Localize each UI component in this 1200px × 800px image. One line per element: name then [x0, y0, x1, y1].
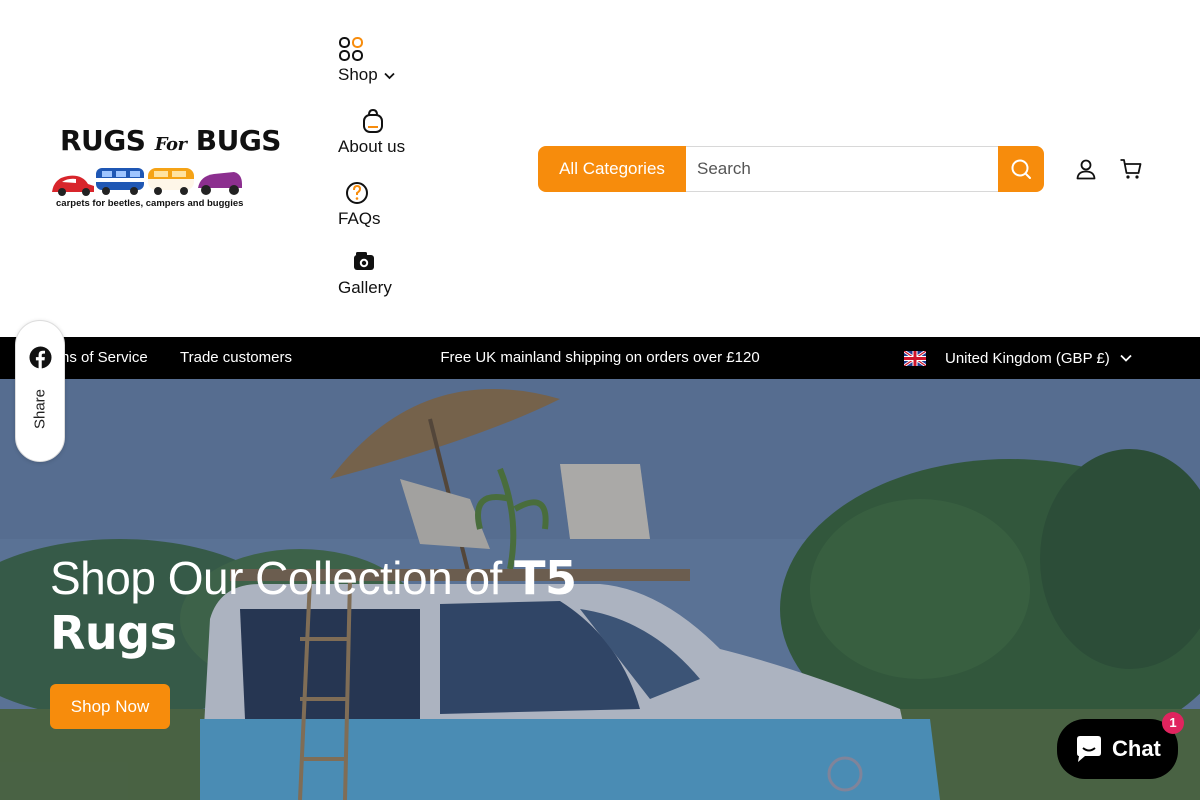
logo-tagline: carpets for beetles, campers and buggies: [56, 198, 244, 209]
search-bar: All Categories: [538, 146, 1044, 192]
country-label: United Kingdom (GBP £): [945, 349, 1110, 367]
nav-item-about[interactable]: About us: [338, 108, 405, 157]
bag-icon: [363, 108, 383, 133]
share-widget[interactable]: Share: [15, 320, 65, 462]
share-label: Share: [31, 388, 49, 430]
facebook-icon[interactable]: [29, 346, 52, 369]
nav-item-shop[interactable]: Shop: [338, 36, 395, 85]
question-icon: [346, 182, 368, 204]
nav-item-label: Shop: [338, 65, 378, 84]
category-select-button[interactable]: All Categories: [538, 146, 686, 192]
search-input[interactable]: [686, 146, 998, 192]
country-selector[interactable]: United Kingdom (GBP £): [904, 337, 1132, 379]
trade-customers-link[interactable]: Trade customers: [180, 349, 292, 366]
search-button[interactable]: [998, 146, 1044, 192]
nav-item-label: About us: [338, 137, 406, 156]
account-icon[interactable]: [1074, 157, 1098, 181]
search-icon: [1011, 159, 1031, 179]
uk-flag-icon: [904, 350, 926, 366]
nav-item-label: FAQs: [338, 209, 381, 228]
logo-title: RUGS For BUGS: [60, 124, 281, 157]
chat-notification-badge: 1: [1162, 712, 1184, 734]
chat-bubble-icon: [1077, 736, 1101, 762]
chat-label: Chat: [1112, 736, 1161, 761]
camera-icon: [354, 252, 374, 270]
hero-banner: Shop Our Collection of T5 Rugs Shop Now: [0, 379, 1200, 800]
site-logo[interactable]: RUGS For BUGS carpets for beetles, campe…: [48, 124, 281, 214]
hero-title: Shop Our Collection of T5 Rugs: [50, 551, 577, 660]
logo-vehicles-graphic: [52, 168, 242, 196]
site-header: RUGS For BUGS carpets for beetles, campe…: [0, 0, 1200, 337]
shop-now-button[interactable]: Shop Now: [50, 684, 170, 729]
nav-item-gallery[interactable]: Gallery: [338, 249, 392, 298]
nav-item-label: Gallery: [338, 278, 392, 297]
chevron-down-icon: [1120, 354, 1132, 362]
grid-icon: [339, 37, 363, 61]
nav-item-faqs[interactable]: FAQs: [338, 180, 381, 229]
cart-icon[interactable]: [1119, 157, 1143, 181]
announcement-bar: Terms of Service Trade customers Free UK…: [0, 337, 1200, 379]
chevron-down-icon: [384, 72, 395, 79]
chat-button[interactable]: Chat: [1057, 719, 1178, 779]
